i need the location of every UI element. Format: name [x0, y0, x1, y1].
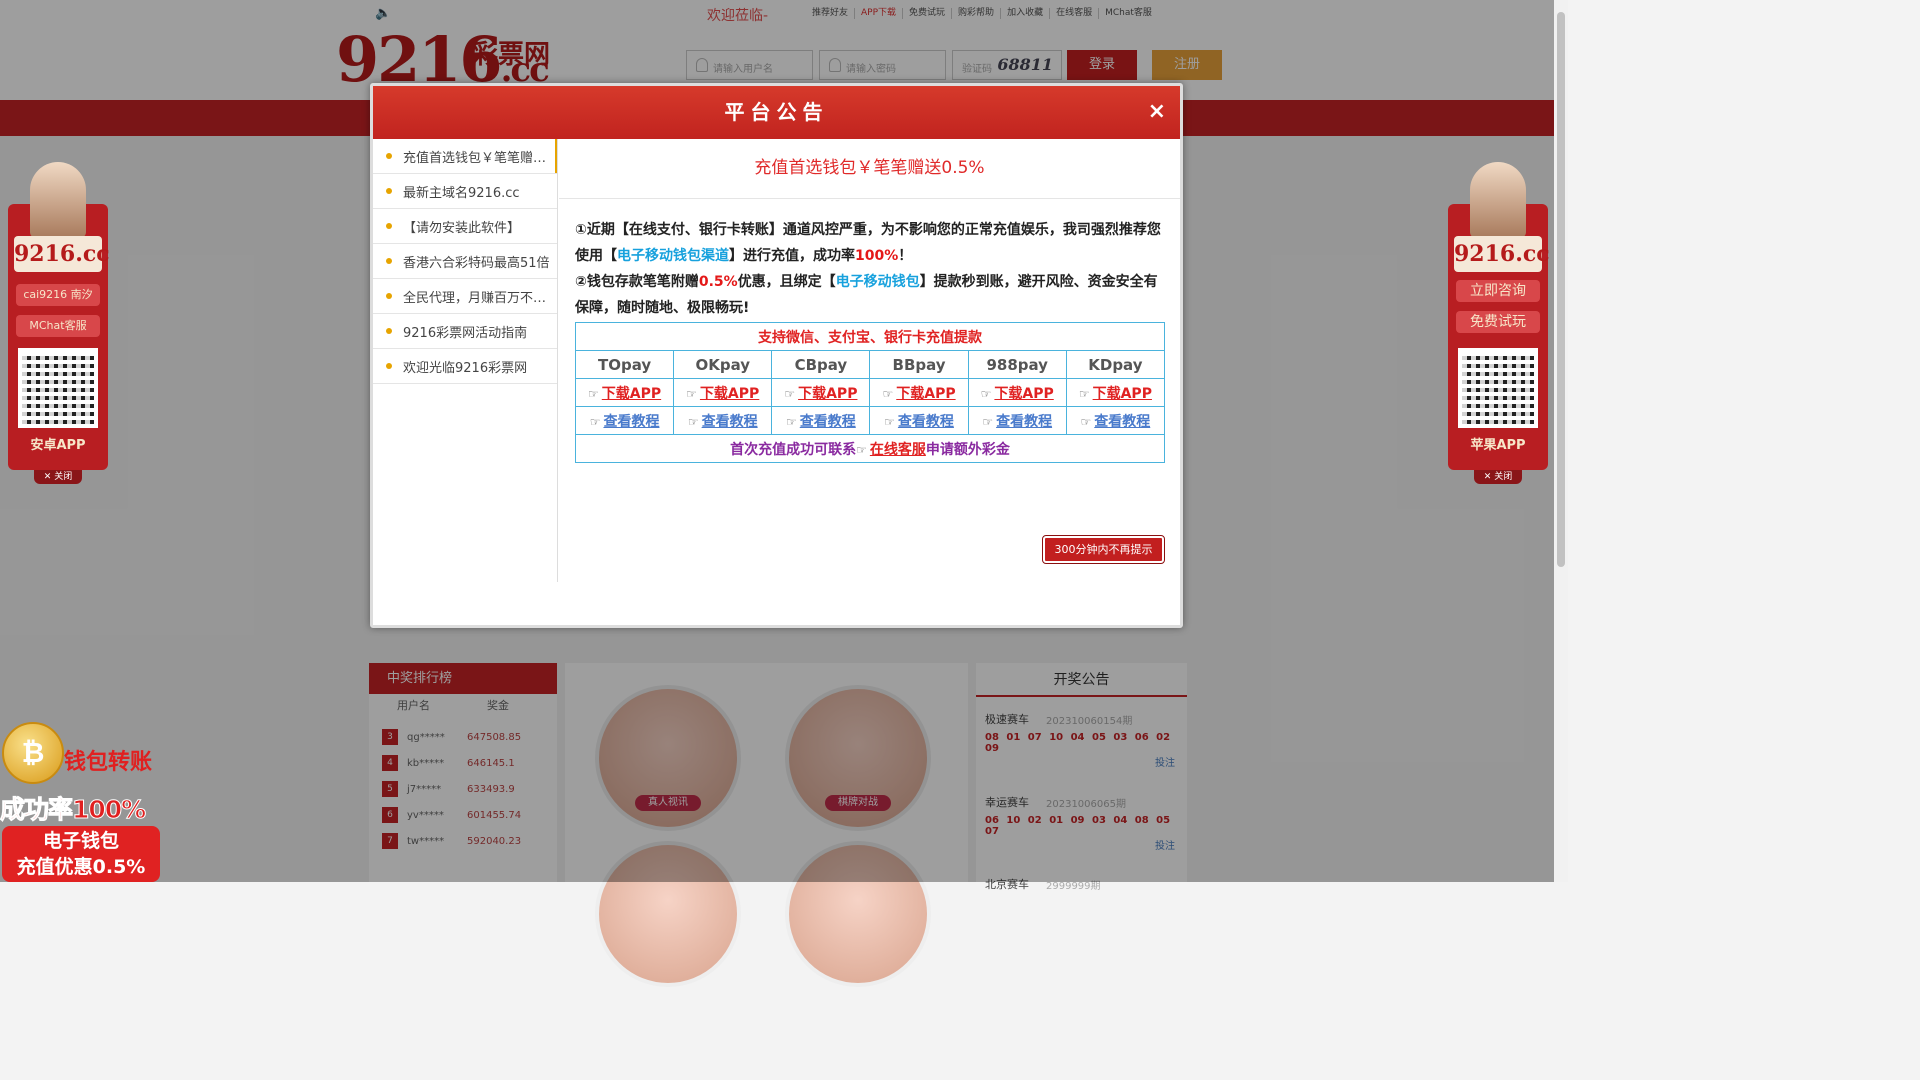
hand-pointer-icon: ☞ [882, 386, 894, 401]
hand-pointer-icon: ☞ [982, 414, 994, 429]
hand-pointer-icon: ☞ [1078, 386, 1090, 401]
bitcoin-icon: ₿ [2, 722, 64, 784]
payment-table: 支持微信、支付宝、银行卡充值提款 TOpay OKpay CBpay BBpay… [574, 322, 1166, 463]
tutorial-link[interactable]: 查看教程 [800, 414, 856, 430]
qr-code [1458, 348, 1538, 428]
notice-content: 充值首选钱包￥笔笔赠送0.5% ①近期【在线支付、银行卡转账】通道风控严重，为不… [559, 139, 1180, 582]
android-app-link[interactable]: 安卓APP [8, 434, 108, 458]
wallet-promo-ad[interactable]: ₿ 钱包转账 成功率100% 电子钱包 充值优惠0.5% [0, 722, 166, 882]
model-image [30, 162, 86, 238]
tutorial-link[interactable]: 查看教程 [603, 414, 659, 430]
notice-item[interactable]: 【请勿安装此软件】 [373, 209, 557, 244]
online-service-link[interactable]: 在线客服 [870, 442, 926, 458]
bullet-icon [386, 363, 392, 369]
scrollbar-thumb[interactable] [1557, 12, 1565, 567]
provider-name: OKpay [673, 350, 773, 379]
bullet-icon [386, 328, 392, 334]
announcement-modal: 平台公告 × 充值首选钱包￥笔笔赠送0.5% 最新主域名9216.cc 【请勿安… [370, 83, 1183, 628]
notice-item[interactable]: 9216彩票网活动指南 [373, 314, 557, 349]
notice-item[interactable]: 全民代理，月赚百万不是梦 [373, 279, 557, 314]
hand-pointer-icon: ☞ [856, 442, 867, 457]
free-trial-button[interactable]: 免费试玩 [1456, 311, 1540, 333]
wechat-contact[interactable]: cai9216 南汐 [16, 284, 100, 306]
ios-app-link[interactable]: 苹果APP [1448, 434, 1548, 458]
dont-show-again-button[interactable]: 300分钟内不再提示 [1042, 535, 1165, 564]
provider-name: CBpay [771, 350, 871, 379]
provider-name: BBpay [869, 350, 969, 379]
hand-pointer-icon: ☞ [786, 414, 797, 429]
tutorial-link[interactable]: 查看教程 [702, 414, 758, 430]
provider-name: KDpay [1065, 350, 1166, 379]
download-app-link[interactable]: 下载APP [798, 386, 857, 402]
tutorial-link[interactable]: 查看教程 [1094, 414, 1150, 430]
download-app-link[interactable]: 下载APP [1093, 386, 1152, 402]
provider-name: 988pay [967, 350, 1067, 379]
hand-pointer-icon: ☞ [980, 386, 992, 401]
bullet-icon [386, 223, 392, 229]
bullet-icon [386, 293, 392, 299]
modal-title: 平台公告 [373, 86, 1180, 139]
tutorial-link[interactable]: 查看教程 [898, 414, 954, 430]
close-left-ad-button[interactable]: ✕ 关闭 [34, 470, 82, 484]
notice-paragraph-2: ②钱包存款笔笔附赠0.5%优惠，且绑定【电子移动钱包】提款秒到账，避开风险、资金… [575, 274, 1158, 316]
notice-title: 充值首选钱包￥笔笔赠送0.5% [559, 139, 1180, 199]
success-rate-text: 成功率100% [0, 795, 147, 825]
download-app-link[interactable]: 下载APP [896, 386, 955, 402]
close-icon[interactable]: × [1148, 100, 1166, 124]
consult-now-button[interactable]: 立即咨询 [1456, 280, 1540, 302]
qr-code [18, 348, 98, 428]
wallet-bonus-box: 电子钱包 充值优惠0.5% [2, 826, 160, 882]
hand-pointer-icon: ☞ [1080, 414, 1092, 429]
wallet-transfer-title: 钱包转账 [64, 750, 153, 775]
page-scrollbar[interactable] [1554, 0, 1568, 882]
payment-table-footer: 首次充值成功可联系☞ 在线客服申请额外彩金 [575, 434, 1165, 463]
ad-brand: 9216.cc [14, 236, 110, 272]
hand-pointer-icon: ☞ [687, 414, 699, 429]
left-float-ad: 9216.cc cai9216 南汐 MChat客服 安卓APP ✕ 关闭 [8, 162, 110, 484]
right-float-ad: 9216.cc 立即咨询 免费试玩 苹果APP ✕ 关闭 [1448, 162, 1550, 484]
close-right-ad-button[interactable]: ✕ 关闭 [1474, 470, 1522, 484]
notice-list: 充值首选钱包￥笔笔赠送0.5% 最新主域名9216.cc 【请勿安装此软件】 香… [373, 139, 558, 582]
hand-pointer-icon: ☞ [686, 386, 697, 401]
tutorial-link[interactable]: 查看教程 [996, 414, 1052, 430]
notice-item[interactable]: 香港六合彩特码最高51倍 [373, 244, 557, 279]
notice-item[interactable]: 欢迎光临9216彩票网 [373, 349, 557, 384]
download-app-link[interactable]: 下载APP [700, 386, 759, 402]
provider-name: TOpay [574, 350, 675, 379]
bullet-icon [386, 153, 392, 159]
hand-pointer-icon: ☞ [588, 386, 599, 401]
model-image [1470, 162, 1526, 238]
notice-item[interactable]: 最新主域名9216.cc [373, 174, 557, 209]
bullet-icon [386, 258, 392, 264]
notice-item[interactable]: 充值首选钱包￥笔笔赠送0.5% [373, 139, 557, 174]
bullet-icon [386, 188, 392, 194]
notice-body: ①近期【在线支付、银行卡转账】通道风控严重，为不影响您的正常充值娱乐，我司强烈推… [575, 217, 1167, 321]
payment-table-header: 支持微信、支付宝、银行卡充值提款 [575, 322, 1165, 351]
hand-pointer-icon: ☞ [784, 386, 796, 401]
ad-brand: 9216.cc [1454, 236, 1550, 272]
download-app-link[interactable]: 下载APP [994, 386, 1053, 402]
hand-pointer-icon: ☞ [884, 414, 895, 429]
notice-paragraph-1: ①近期【在线支付、银行卡转账】通道风控严重，为不影响您的正常充值娱乐，我司强烈推… [575, 222, 1161, 264]
download-app-link[interactable]: 下载APP [602, 386, 661, 402]
mchat-contact[interactable]: MChat客服 [16, 315, 100, 337]
hand-pointer-icon: ☞ [589, 414, 601, 429]
